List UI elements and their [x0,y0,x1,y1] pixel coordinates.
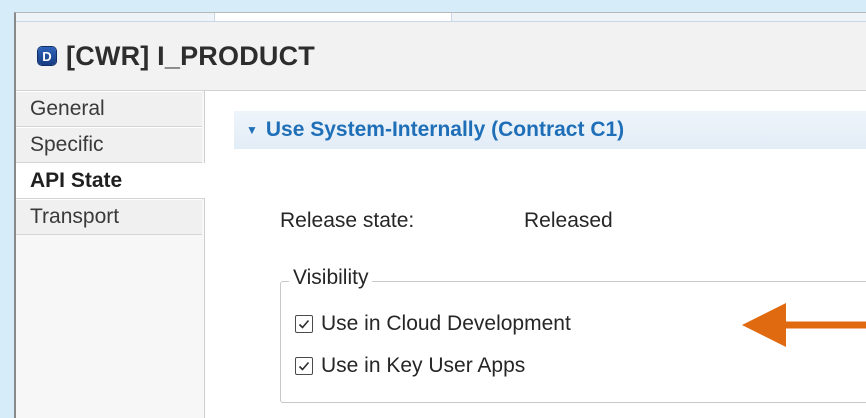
key-user-apps-checkbox[interactable] [295,357,313,375]
tab-specific[interactable]: Specific [16,127,202,163]
arrow-left-icon [742,303,866,347]
section-header-use-system-internally[interactable]: ▼ Use System-Internally (Contract C1) [234,111,866,149]
cloud-development-option[interactable]: Use in Cloud Development [295,312,571,336]
release-state-value: Released [524,209,613,232]
key-user-apps-option[interactable]: Use in Key User Apps [295,354,525,378]
editor-tab-strip [16,13,866,22]
key-user-apps-label: Use in Key User Apps [321,354,526,377]
chevron-down-icon[interactable]: ▼ [246,123,258,137]
release-state-label: Release state: [280,209,415,232]
tab-api-state[interactable]: API State [16,163,205,199]
editor-title: [CWR] I_PRODUCT [66,40,315,71]
checkmark-icon [298,361,310,371]
property-tabs-sidebar: General Specific API State Transport [16,91,205,418]
cloud-development-label: Use in Cloud Development [321,312,571,335]
tab-transport[interactable]: Transport [16,199,202,235]
section-title: Use System-Internally (Contract C1) [265,118,625,141]
editor-window: D [CWR] I_PRODUCT General Specific API S… [14,12,866,418]
editor-tab[interactable] [214,13,452,21]
tab-general[interactable]: General [16,91,202,127]
checkmark-icon [298,319,310,329]
editor-title-bar: D [CWR] I_PRODUCT [16,22,866,91]
visibility-legend: Visibility [289,266,373,290]
ddl-d-icon: D [38,47,56,65]
cloud-development-checkbox[interactable] [295,315,313,333]
api-state-panel: ▼ Use System-Internally (Contract C1) Re… [206,91,866,418]
